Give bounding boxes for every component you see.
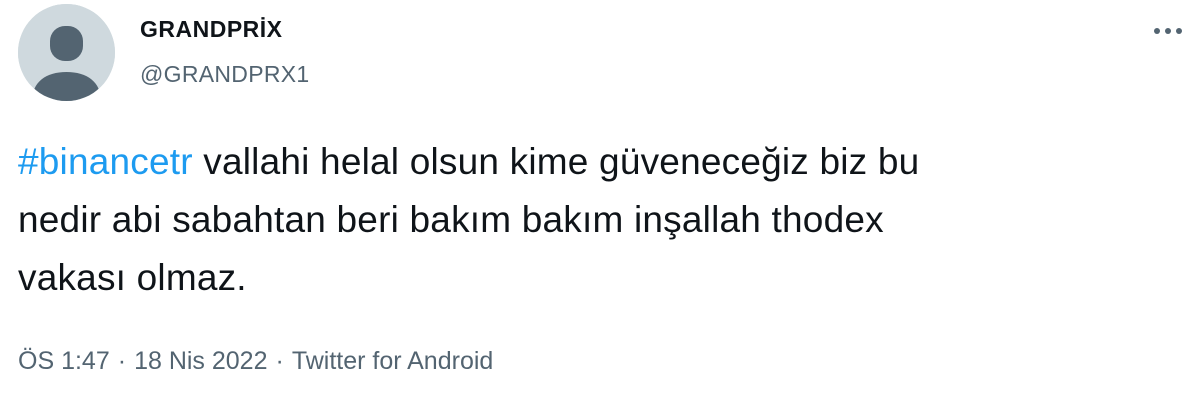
meta-separator: · (275, 347, 284, 375)
hashtag-link[interactable]: #binancetr (18, 141, 193, 182)
more-horizontal-icon (1154, 28, 1182, 34)
tweet-text: #binancetr vallahi helal olsun kime güve… (18, 133, 1178, 307)
tweet-time[interactable]: ÖS 1:47 (18, 347, 110, 375)
tweet-source[interactable]: Twitter for Android (292, 347, 493, 375)
tweet: GRANDPRİX @GRANDPRX1 #binancetr vallahi … (0, 0, 1200, 400)
display-name[interactable]: GRANDPRİX (140, 14, 310, 44)
avatar[interactable] (18, 4, 115, 101)
default-profile-icon (18, 4, 115, 101)
tweet-metadata: ÖS 1:47 · 18 Nis 2022 · Twitter for Android (18, 345, 493, 377)
meta-separator: · (117, 347, 127, 375)
tweet-text-segment: vallahi helal olsun kime güveneceğiz biz… (192, 141, 920, 182)
tweet-text-line: vakası olmaz. (18, 257, 247, 298)
more-options-button[interactable] (1150, 20, 1186, 42)
user-identity: GRANDPRİX @GRANDPRX1 (140, 14, 310, 88)
tweet-text-line: #binancetr vallahi helal olsun kime güve… (18, 133, 1178, 191)
tweet-date[interactable]: 18 Nis 2022 (134, 347, 267, 375)
user-handle[interactable]: @GRANDPRX1 (140, 60, 310, 88)
tweet-text-line: nedir abi sabahtan beri bakım bakım inşa… (18, 199, 884, 240)
